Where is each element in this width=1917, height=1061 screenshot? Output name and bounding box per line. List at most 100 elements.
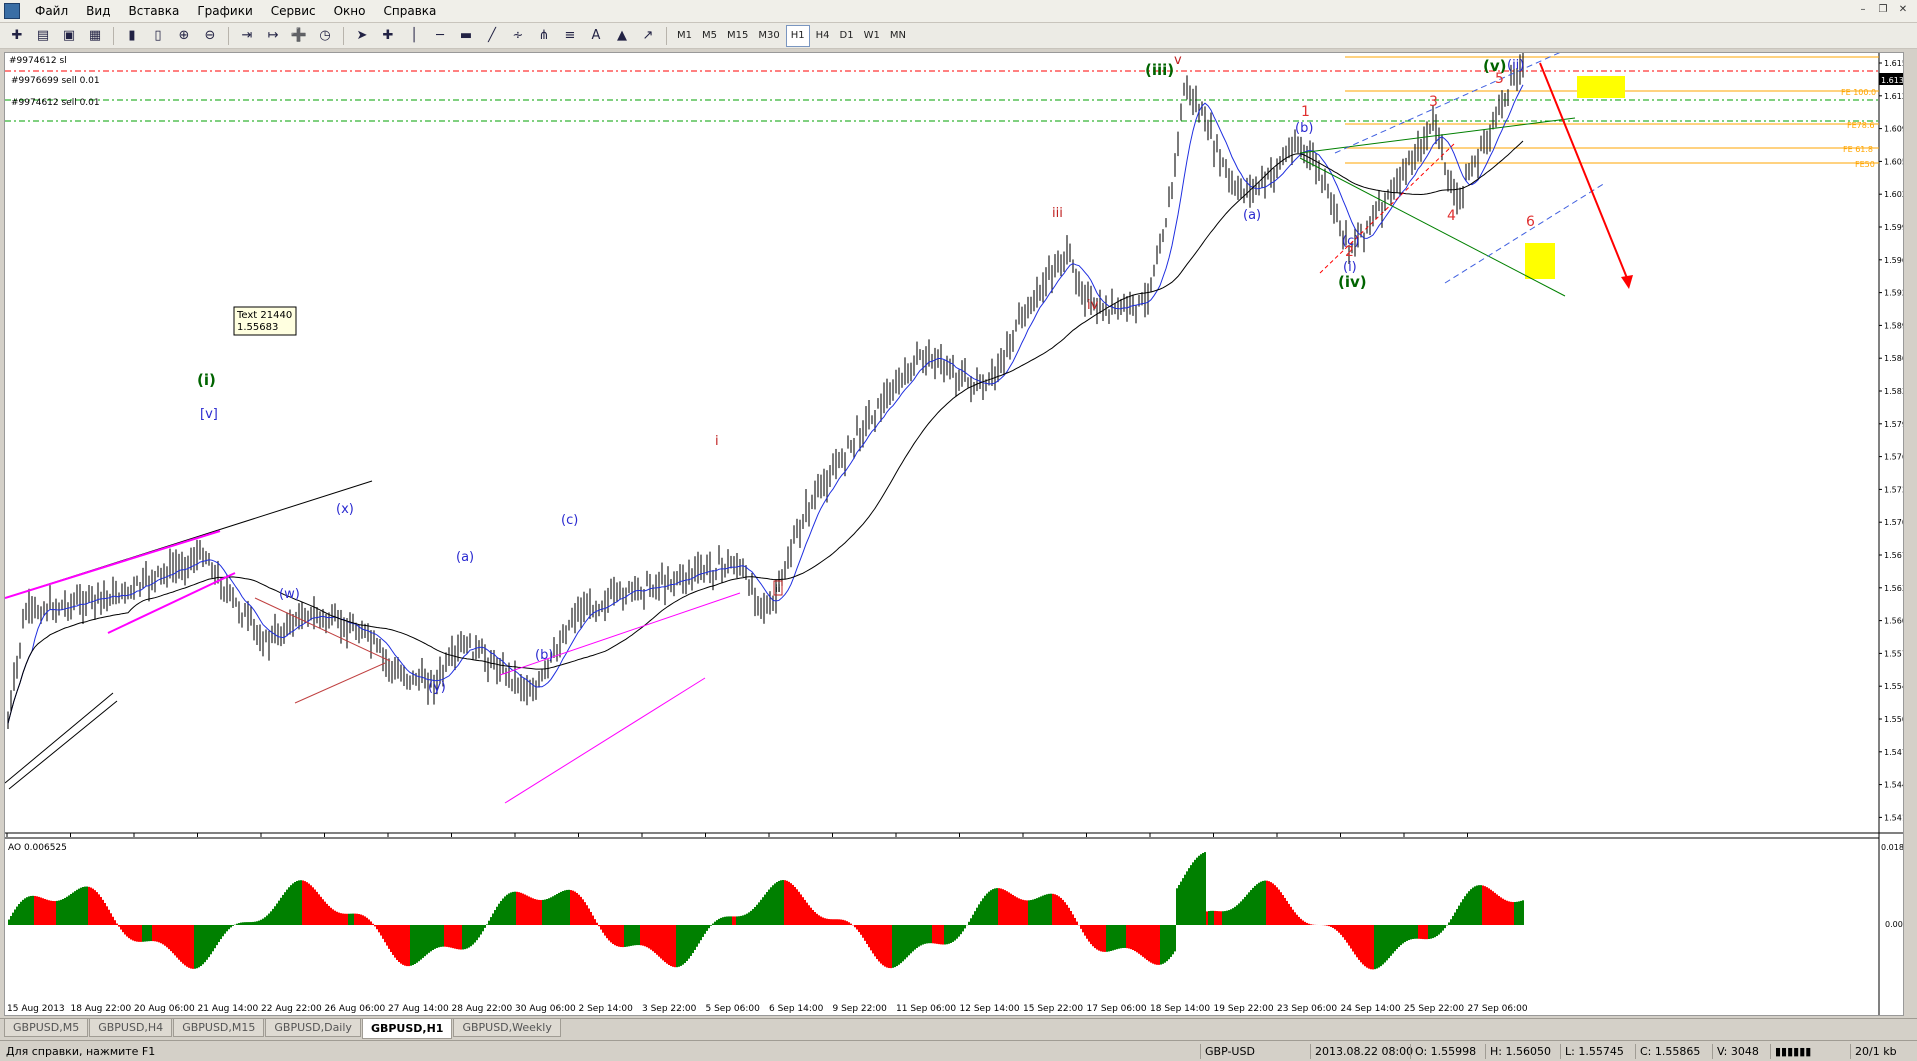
date-tick-label: 9 Sep 22:00 bbox=[833, 1004, 888, 1014]
channel-icon[interactable]: ∻ bbox=[507, 26, 529, 46]
tab-gbpusd-h1[interactable]: GBPUSD,H1 bbox=[362, 1019, 453, 1039]
indicators-icon[interactable]: ➕ bbox=[288, 26, 310, 46]
channel-blue-upper[interactable] bbox=[1335, 53, 1570, 153]
highlight-rect-1[interactable] bbox=[1577, 76, 1625, 98]
fibonacci-icon[interactable]: ≡ bbox=[559, 26, 581, 46]
restore-icon[interactable]: ❐ bbox=[1875, 2, 1891, 16]
ma-fast-line bbox=[8, 85, 1523, 724]
price-tick-label: 1.58320 bbox=[1884, 387, 1903, 396]
new-order-icon[interactable]: ✚ bbox=[6, 26, 28, 46]
timeframe-h1[interactable]: H1 bbox=[786, 25, 810, 47]
tab-gbpusd-m15[interactable]: GBPUSD,M15 bbox=[173, 1019, 264, 1037]
crosshair-icon[interactable]: ✚ bbox=[377, 26, 399, 46]
price-tick-label: 1.59945 bbox=[1884, 223, 1903, 232]
date-tick-label: 19 Sep 22:00 bbox=[1214, 1004, 1274, 1014]
bar-chart-icon[interactable]: ▮ bbox=[121, 26, 143, 46]
timeframe-h4[interactable]: H4 bbox=[812, 26, 834, 46]
timeframe-mn[interactable]: MN bbox=[886, 26, 910, 46]
chart-window-icon[interactable]: ▤ bbox=[32, 26, 54, 46]
timeframe-m1[interactable]: M1 bbox=[673, 26, 696, 46]
wave-label-ii: ii bbox=[775, 584, 781, 595]
minimize-icon[interactable]: – bbox=[1855, 2, 1871, 16]
pitchfork-icon[interactable]: ⋔ bbox=[533, 26, 555, 46]
date-tick-label: 30 Aug 06:00 bbox=[515, 1004, 576, 1014]
timeframe-m5[interactable]: M5 bbox=[698, 26, 721, 46]
date-tick-label: 5 Sep 06:00 bbox=[706, 1004, 761, 1014]
highlight-rect-2[interactable] bbox=[1525, 243, 1555, 279]
channel-magenta-2-lower[interactable] bbox=[505, 678, 705, 803]
horizontal-line-icon[interactable]: ─ bbox=[429, 26, 451, 46]
price-tick-label: 1.59620 bbox=[1884, 256, 1903, 265]
wave-label-y: (y) bbox=[428, 680, 446, 695]
menu-charts[interactable]: Графики bbox=[188, 2, 261, 20]
text-icon[interactable]: A bbox=[585, 26, 607, 46]
wave-label-iv-red: iv bbox=[1087, 298, 1099, 313]
zoom-out-icon[interactable]: ⊖ bbox=[199, 26, 221, 46]
rectangle-icon[interactable]: ▬ bbox=[455, 26, 477, 46]
close-icon[interactable]: ✕ bbox=[1895, 2, 1911, 16]
indicator-scale-zero: 0.00 bbox=[1885, 920, 1903, 929]
trade-label-2: #9974612 sell 0.01 bbox=[11, 98, 100, 108]
timeframe-d1[interactable]: D1 bbox=[836, 26, 858, 46]
tab-gbpusd-h4[interactable]: GBPUSD,H4 bbox=[89, 1019, 172, 1037]
price-tick-label: 1.57995 bbox=[1884, 420, 1903, 429]
date-tick-label: 12 Sep 14:00 bbox=[960, 1004, 1020, 1014]
date-tick-label: 27 Aug 14:00 bbox=[388, 1004, 449, 1014]
wave-label-6: 6 bbox=[1526, 214, 1535, 230]
triangle-lower[interactable] bbox=[295, 663, 385, 703]
wave-label-iii-green: (iii) bbox=[1145, 61, 1174, 79]
date-tick-label: 17 Sep 06:00 bbox=[1087, 1004, 1147, 1014]
chart-window[interactable]: FE 100.0 FE78.6 FE 61.8 FE50 #9974612 sl… bbox=[4, 52, 1904, 1016]
status-close: C: 1.55865 bbox=[1635, 1044, 1704, 1059]
periods-icon[interactable]: ◷ bbox=[314, 26, 336, 46]
cursor-icon[interactable]: ➤ bbox=[351, 26, 373, 46]
candle-chart-icon[interactable]: ▯ bbox=[147, 26, 169, 46]
trendline-icon[interactable]: ╱ bbox=[481, 26, 503, 46]
trendline-lower-left-2[interactable] bbox=[9, 701, 117, 789]
menu-help[interactable]: Справка bbox=[375, 2, 446, 20]
date-tick-label: 15 Aug 2013 bbox=[7, 1004, 65, 1014]
menu-tools[interactable]: Сервис bbox=[262, 2, 325, 20]
date-tick-label: 23 Sep 06:00 bbox=[1277, 1004, 1337, 1014]
price-tick-label: 1.54100 bbox=[1884, 813, 1903, 822]
channel-magenta-lower[interactable] bbox=[108, 573, 235, 633]
timeframe-m15[interactable]: M15 bbox=[723, 26, 752, 46]
status-volume: V: 3048 bbox=[1712, 1044, 1763, 1059]
menu-view[interactable]: Вид bbox=[77, 2, 119, 20]
status-low: L: 1.55745 bbox=[1560, 1044, 1628, 1059]
trendline-lower-left[interactable] bbox=[5, 693, 113, 783]
wave-label-i-green: (i) bbox=[197, 371, 216, 389]
menu-insert[interactable]: Вставка bbox=[119, 2, 188, 20]
tab-gbpusd-daily[interactable]: GBPUSD,Daily bbox=[265, 1019, 361, 1037]
wave-label-4: 4 bbox=[1447, 208, 1456, 224]
price-tick-label: 1.55725 bbox=[1884, 649, 1903, 658]
fib-label-50: FE50 bbox=[1855, 160, 1875, 169]
arrows-icon[interactable]: ↗ bbox=[637, 26, 659, 46]
timeframe-w1[interactable]: W1 bbox=[860, 26, 884, 46]
price-scale: 1.615651.612401.609201.605951.602701.599… bbox=[1879, 59, 1903, 822]
zoom-in-icon[interactable]: ⊕ bbox=[173, 26, 195, 46]
profiles-icon[interactable]: ▣ bbox=[58, 26, 80, 46]
chart-tabs: GBPUSD,M5 GBPUSD,H4 GBPUSD,M15 GBPUSD,Da… bbox=[0, 1018, 1917, 1038]
navigator-icon[interactable]: ▦ bbox=[84, 26, 106, 46]
status-high: H: 1.56050 bbox=[1485, 1044, 1555, 1059]
tab-gbpusd-m5[interactable]: GBPUSD,M5 bbox=[4, 1019, 88, 1037]
price-tick-label: 1.59295 bbox=[1884, 289, 1903, 298]
tab-gbpusd-weekly[interactable]: GBPUSD,Weekly bbox=[453, 1019, 560, 1037]
price-tick-label: 1.54750 bbox=[1884, 748, 1903, 757]
vertical-line-icon[interactable]: │ bbox=[403, 26, 425, 46]
price-chart[interactable]: FE 100.0 FE78.6 FE 61.8 FE50 #9974612 sl… bbox=[5, 53, 1903, 1015]
triangle-icon[interactable]: ▲ bbox=[611, 26, 633, 46]
date-tick-label: 22 Aug 22:00 bbox=[261, 1004, 322, 1014]
fib-levels[interactable] bbox=[1345, 57, 1879, 163]
price-tick-label: 1.57025 bbox=[1884, 518, 1903, 527]
timeframe-m30[interactable]: M30 bbox=[754, 26, 783, 46]
chart-shift-icon[interactable]: ↦ bbox=[262, 26, 284, 46]
menu-file[interactable]: Файл bbox=[26, 2, 77, 20]
wave-label-c: (c) bbox=[561, 513, 578, 528]
autoscroll-icon[interactable]: ⇥ bbox=[236, 26, 258, 46]
wave-label-v-red: v bbox=[1174, 53, 1182, 68]
toolbar: ✚ ▤ ▣ ▦ ▮ ▯ ⊕ ⊖ ⇥ ↦ ➕ ◷ ➤ ✚ │ ─ ▬ ╱ ∻ ⋔ … bbox=[0, 23, 1917, 49]
status-help: Для справки, нажмите F1 bbox=[2, 1044, 159, 1059]
menu-window[interactable]: Окно bbox=[325, 2, 375, 20]
